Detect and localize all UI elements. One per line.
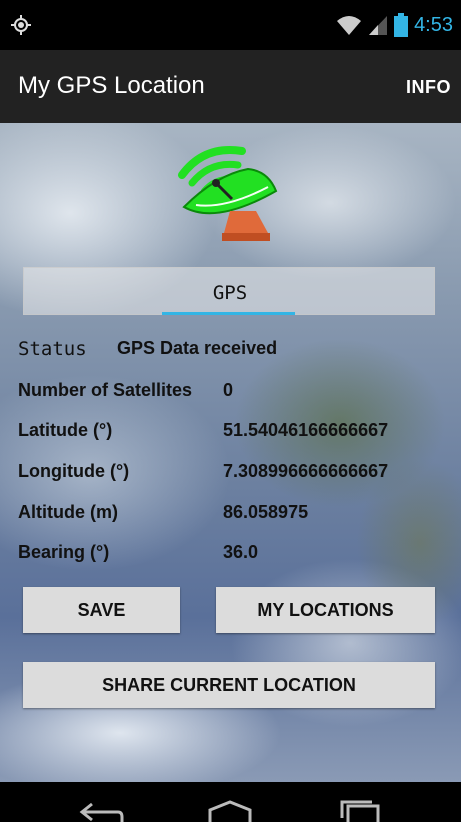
longitude-label: Longitude (°) bbox=[18, 461, 130, 481]
altitude-label: Altitude (m) bbox=[18, 502, 118, 522]
bearing-label: Bearing (°) bbox=[18, 542, 110, 562]
clock: 4:53 bbox=[414, 13, 453, 36]
app-title: My GPS Location bbox=[18, 72, 205, 99]
latitude-value: 51.54046166666667 bbox=[223, 420, 389, 440]
satellites-value: 0 bbox=[223, 380, 234, 400]
gps-location-icon bbox=[11, 15, 31, 35]
cell-signal-icon bbox=[369, 16, 388, 35]
tab-label: GPS bbox=[212, 282, 248, 304]
share-location-button[interactable]: SHARE CURRENT LOCATION bbox=[23, 662, 435, 708]
main-content: GPS Status GPS Data received Number of S… bbox=[0, 123, 461, 782]
back-icon[interactable] bbox=[78, 800, 126, 822]
info-button[interactable]: INFO bbox=[406, 77, 451, 98]
bearing-value: 36.0 bbox=[223, 542, 259, 562]
tab-indicator bbox=[162, 312, 295, 315]
my-locations-button[interactable]: MY LOCATIONS bbox=[216, 587, 435, 633]
latitude-label: Latitude (°) bbox=[18, 420, 113, 440]
save-button[interactable]: SAVE bbox=[23, 587, 180, 633]
altitude-value: 86.058975 bbox=[223, 502, 309, 522]
status-bar: 4:53 bbox=[0, 0, 461, 50]
battery-icon bbox=[394, 13, 409, 37]
navigation-bar bbox=[0, 782, 461, 822]
tab-gps[interactable]: GPS bbox=[23, 267, 435, 315]
action-bar: My GPS Location INFO bbox=[0, 50, 461, 123]
status-icons: 4:53 bbox=[336, 12, 453, 38]
status-label: Status bbox=[18, 338, 87, 360]
satellite-dish-icon bbox=[178, 146, 278, 241]
status-value: GPS Data received bbox=[117, 338, 278, 358]
satellites-label: Number of Satellites bbox=[18, 380, 193, 400]
home-icon[interactable] bbox=[206, 800, 254, 822]
recent-apps-icon[interactable] bbox=[338, 800, 382, 822]
longitude-value: 7.308996666666667 bbox=[223, 461, 389, 481]
wifi-icon bbox=[337, 16, 362, 35]
